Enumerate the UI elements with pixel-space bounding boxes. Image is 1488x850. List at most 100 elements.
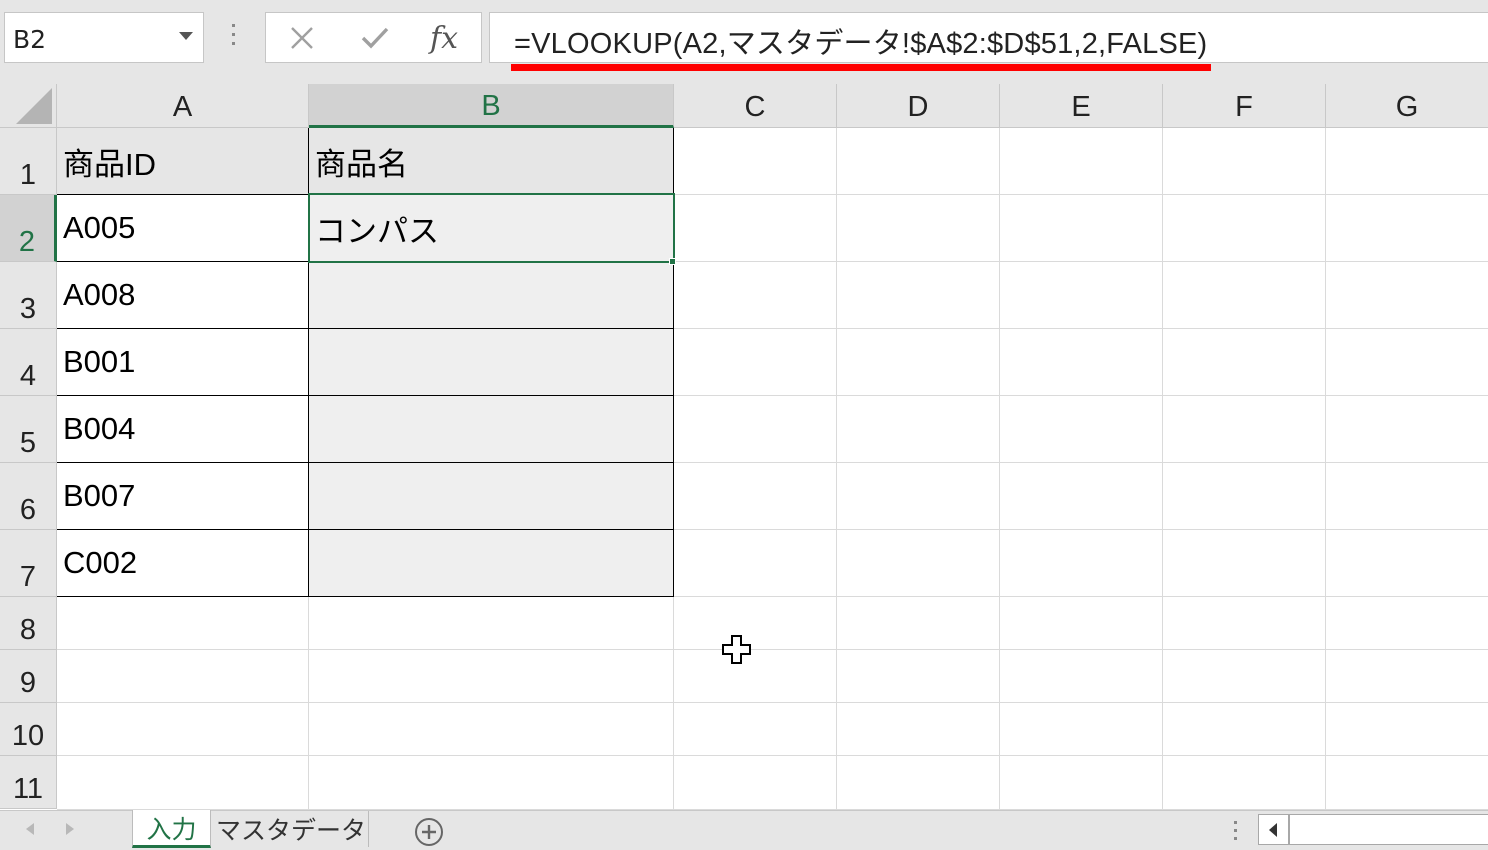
grid-cell[interactable] [1163, 703, 1326, 756]
column-header-e[interactable]: E [1000, 84, 1163, 128]
dropdown-arrow-icon[interactable] [179, 32, 193, 40]
grid-cell[interactable] [674, 463, 837, 530]
cell-a3[interactable]: A008 [57, 262, 309, 329]
grid-cell[interactable] [674, 195, 837, 262]
grid-cell[interactable] [1000, 262, 1163, 329]
grid-cell[interactable] [1326, 463, 1488, 530]
grid-cell[interactable] [309, 597, 674, 650]
grid-cell[interactable] [1163, 329, 1326, 396]
column-header-c[interactable]: C [674, 84, 837, 128]
sheet-tab-master-data[interactable]: マスタデータ [214, 811, 369, 847]
row-header-7[interactable]: 7 [0, 530, 57, 597]
grid-cell[interactable] [1326, 262, 1488, 329]
grid-cell[interactable] [1000, 195, 1163, 262]
row-header-10[interactable]: 10 [0, 703, 57, 756]
formula-bar-resize-handle[interactable] [232, 24, 236, 50]
enter-button[interactable] [355, 19, 395, 57]
grid-cell[interactable] [837, 650, 1000, 703]
grid-cell[interactable] [1326, 650, 1488, 703]
grid-cell[interactable] [309, 703, 674, 756]
name-box[interactable]: B2 [4, 12, 204, 63]
cancel-button[interactable] [282, 19, 322, 57]
grid-cell[interactable] [1163, 128, 1326, 195]
cell-b1[interactable]: 商品名 [309, 128, 674, 195]
grid-cell[interactable] [1000, 463, 1163, 530]
grid-cell[interactable] [57, 703, 309, 756]
cell-b6[interactable] [309, 463, 674, 530]
grid-cell[interactable] [1000, 703, 1163, 756]
row-header-6[interactable]: 6 [0, 463, 57, 530]
grid-cell[interactable] [837, 703, 1000, 756]
grid-cell[interactable] [837, 530, 1000, 597]
grid-cell[interactable] [1326, 329, 1488, 396]
column-header-b[interactable]: B [309, 84, 674, 128]
grid-cell[interactable] [837, 396, 1000, 463]
row-header-4[interactable]: 4 [0, 329, 57, 396]
grid-cell[interactable] [674, 329, 837, 396]
grid-cell[interactable] [837, 463, 1000, 530]
row-header-9[interactable]: 9 [0, 650, 57, 703]
cell-a5[interactable]: B004 [57, 396, 309, 463]
row-header-3[interactable]: 3 [0, 262, 57, 329]
grid-cell[interactable] [1326, 195, 1488, 262]
tab-split-handle[interactable] [1234, 821, 1238, 845]
cell-a7[interactable]: C002 [57, 530, 309, 597]
grid-cell[interactable] [1326, 128, 1488, 195]
column-header-f[interactable]: F [1163, 84, 1326, 128]
grid-cell[interactable] [837, 756, 1000, 810]
row-header-8[interactable]: 8 [0, 597, 57, 650]
cell-a2[interactable]: A005 [57, 195, 309, 262]
grid-cell[interactable] [1326, 597, 1488, 650]
grid-cell[interactable] [674, 396, 837, 463]
fill-handle[interactable] [669, 258, 676, 265]
cell-b5[interactable] [309, 396, 674, 463]
row-header-1[interactable]: 1 [0, 128, 57, 195]
grid-cell[interactable] [1000, 650, 1163, 703]
column-header-g[interactable]: G [1326, 84, 1488, 128]
column-header-d[interactable]: D [837, 84, 1000, 128]
grid-cell[interactable] [1000, 530, 1163, 597]
grid-cell[interactable] [1163, 396, 1326, 463]
grid-cell[interactable] [674, 756, 837, 810]
grid-cell[interactable] [57, 650, 309, 703]
grid-cell[interactable] [674, 650, 837, 703]
sheet-tab-input[interactable]: 入力 [132, 810, 211, 848]
horizontal-scrollbar[interactable] [1289, 814, 1488, 845]
grid-cell[interactable] [837, 597, 1000, 650]
select-all-corner[interactable] [0, 84, 57, 128]
grid-cell[interactable] [1000, 756, 1163, 810]
grid-cell[interactable] [1000, 128, 1163, 195]
grid-cell[interactable] [1163, 650, 1326, 703]
grid-cell[interactable] [1326, 396, 1488, 463]
cell-a4[interactable]: B001 [57, 329, 309, 396]
grid-cell[interactable] [1326, 703, 1488, 756]
cell-b4[interactable] [309, 329, 674, 396]
grid-cell[interactable] [837, 329, 1000, 396]
column-header-a[interactable]: A [57, 84, 309, 128]
scroll-tabs-right-icon[interactable] [66, 823, 74, 835]
grid-cell[interactable] [837, 195, 1000, 262]
grid-cell[interactable] [1000, 396, 1163, 463]
cell-b2[interactable]: コンパス [309, 195, 674, 262]
grid-cell[interactable] [1163, 597, 1326, 650]
grid-cell[interactable] [837, 262, 1000, 329]
cell-a6[interactable]: B007 [57, 463, 309, 530]
row-header-11[interactable]: 11 [0, 756, 57, 809]
insert-function-button[interactable]: fx [424, 19, 464, 57]
cell-b3[interactable] [309, 262, 674, 329]
grid-cell[interactable] [1163, 262, 1326, 329]
grid-cell[interactable] [57, 756, 309, 810]
grid-cell[interactable] [674, 530, 837, 597]
row-header-5[interactable]: 5 [0, 396, 57, 463]
grid-cell[interactable] [1326, 530, 1488, 597]
grid-cell[interactable] [1163, 530, 1326, 597]
grid-cell[interactable] [57, 597, 309, 650]
formula-input[interactable]: =VLOOKUP(A2,マスタデータ!$A$2:$D$51,2,FALSE) [489, 12, 1488, 63]
cell-a1[interactable]: 商品ID [57, 128, 309, 195]
scroll-left-button[interactable] [1258, 814, 1289, 845]
grid-cell[interactable] [1000, 597, 1163, 650]
grid-cell[interactable] [674, 597, 837, 650]
grid-cell[interactable] [309, 756, 674, 810]
row-header-2[interactable]: 2 [0, 195, 57, 262]
grid-cell[interactable] [674, 128, 837, 195]
